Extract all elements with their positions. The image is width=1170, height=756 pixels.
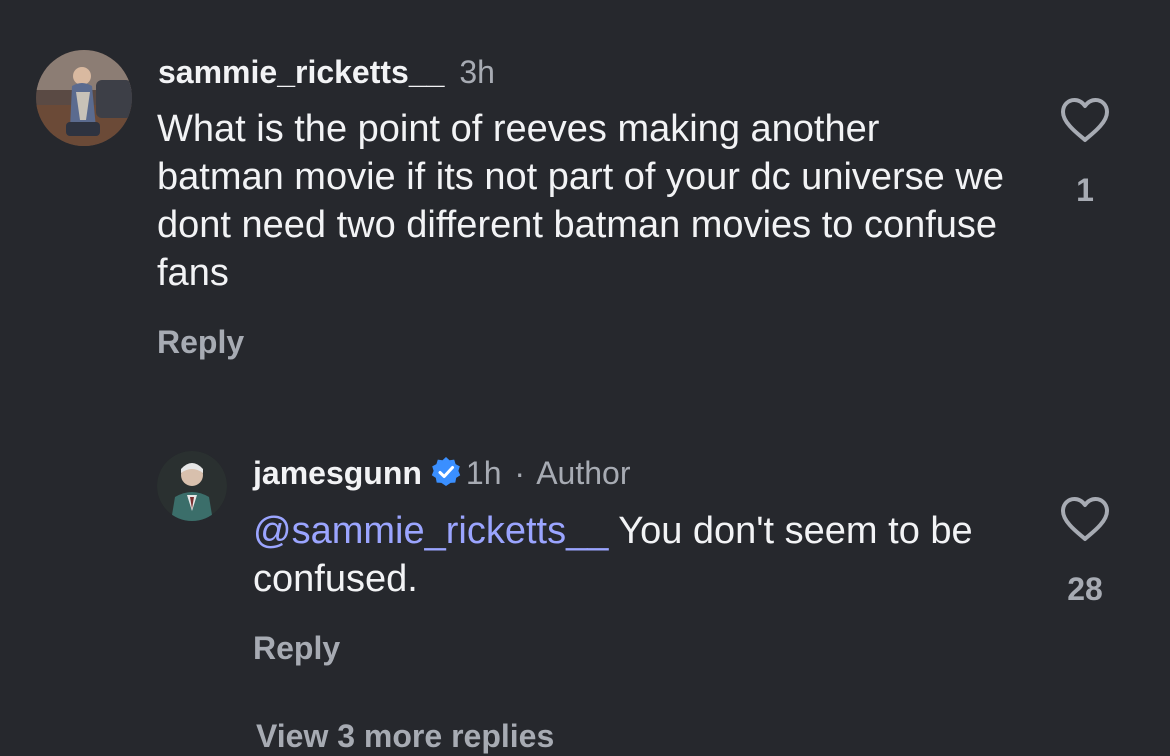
comment-timestamp: 3h xyxy=(459,54,495,90)
author-tag: Author xyxy=(536,455,631,491)
reply-button[interactable]: Reply xyxy=(253,628,340,668)
comment-username[interactable]: sammie_ricketts__ xyxy=(158,54,444,90)
verified-badge-icon xyxy=(431,457,461,486)
reply-username[interactable]: jamesgunn xyxy=(253,455,422,491)
like-column: 28 xyxy=(1049,495,1121,609)
heart-outline-icon[interactable] xyxy=(1059,96,1111,144)
user-photo-avatar-icon xyxy=(36,50,132,146)
reply-text: @sammie_ricketts__ You don't seem to be … xyxy=(253,507,993,603)
like-count: 1 xyxy=(1076,172,1094,208)
comment-avatar[interactable] xyxy=(36,50,132,146)
heart-outline-icon[interactable] xyxy=(1059,495,1111,543)
comment-header: sammie_ricketts__ 3h xyxy=(158,52,495,92)
reply-button[interactable]: Reply xyxy=(157,322,244,362)
like-count: 28 xyxy=(1067,571,1103,607)
reply-timestamp: 1h xyxy=(465,455,502,491)
reply-avatar[interactable] xyxy=(157,451,227,521)
view-more-replies-button[interactable]: View 3 more replies xyxy=(256,716,554,756)
reply-header: jamesgunn 1h · Author xyxy=(253,453,630,493)
user-photo-avatar-icon xyxy=(157,451,227,521)
mention-link[interactable]: @sammie_ricketts__ xyxy=(253,510,608,552)
like-column: 1 xyxy=(1049,96,1121,210)
meta-separator: · xyxy=(514,455,526,491)
comment-text: What is the point of reeves making anoth… xyxy=(157,108,1004,294)
